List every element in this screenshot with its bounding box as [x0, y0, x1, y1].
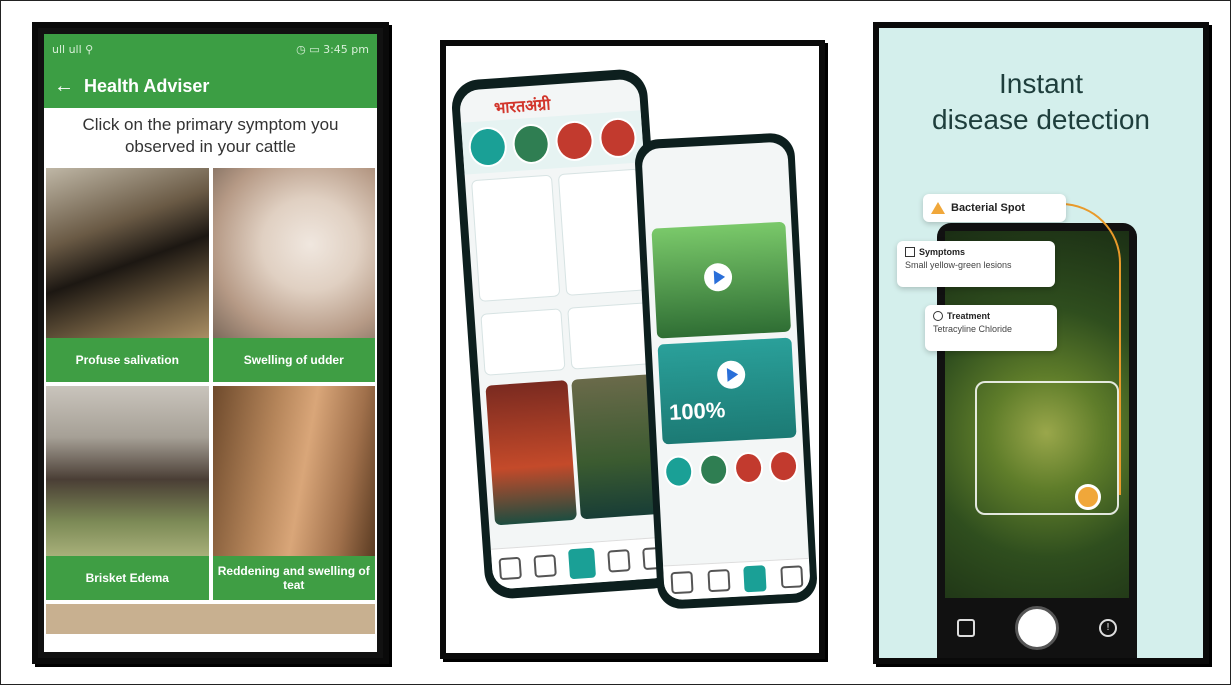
category-icon[interactable] [597, 116, 638, 160]
disease-detection-promo: Instant disease detection ! Bacterial Sp… [873, 22, 1209, 664]
category-icon[interactable] [733, 451, 764, 485]
detection-marker [1075, 484, 1101, 510]
header-area [641, 141, 791, 223]
disease-label: Bacterial Spot [923, 194, 1066, 222]
symptom-label: Brisket Edema [46, 556, 209, 600]
home-icon[interactable] [670, 571, 694, 595]
app-center-icon[interactable] [743, 565, 767, 593]
gallery-icon[interactable] [957, 619, 975, 637]
cattle-photo [212, 168, 375, 338]
cattle-photo [46, 168, 209, 338]
symptoms-title: Symptoms [919, 247, 966, 257]
info-cards [474, 296, 659, 382]
play-icon[interactable] [703, 262, 733, 292]
shutter-button[interactable] [1015, 606, 1059, 650]
category-icon[interactable] [467, 125, 508, 169]
health-adviser-phone: ull ull ⚲ ◷ ▭ 3:45 pm ← Health Adviser C… [32, 22, 389, 664]
symptoms-icon [905, 247, 915, 257]
instruction-text: Click on the primary symptom you observe… [82, 115, 339, 156]
category-carousel [657, 443, 805, 495]
symptom-label: Profuse salivation [46, 338, 209, 382]
symptom-tile[interactable]: Profuse salivation [46, 168, 209, 382]
treatment-icon [933, 311, 943, 321]
symptom-label: Swelling of udder [212, 338, 375, 382]
home-icon[interactable] [498, 556, 522, 581]
info-card[interactable] [471, 174, 561, 302]
category-icon[interactable] [663, 454, 695, 489]
health-adviser-screen: ull ull ⚲ ◷ ▭ 3:45 pm ← Health Adviser C… [44, 34, 377, 652]
treatment-card: Treatment Tetracyline Chloride [925, 305, 1057, 351]
category-icon[interactable] [698, 453, 729, 487]
info-card[interactable] [480, 308, 566, 376]
symptom-tile[interactable]: Brisket Edema [46, 386, 209, 600]
crop-cards [479, 370, 669, 530]
status-left: ull ull ⚲ [52, 42, 94, 56]
status-bar: ull ull ⚲ ◷ ▭ 3:45 pm [44, 34, 377, 64]
market-icon[interactable] [607, 549, 631, 573]
cattle-photo [46, 386, 209, 556]
offer-percent: 100% [668, 397, 726, 426]
cattle-photo [212, 386, 375, 556]
category-icon[interactable] [768, 449, 799, 483]
symptom-tile[interactable]: Swelling of udder [212, 168, 375, 382]
camera-controls: ! [937, 598, 1137, 658]
connector-line [1059, 203, 1121, 495]
category-icon[interactable] [510, 122, 552, 166]
symptom-grid: Profuse salivation Swelling of udder Bri… [44, 166, 377, 600]
offer-banner[interactable]: 100% [657, 337, 797, 445]
info-icon[interactable]: ! [1099, 619, 1117, 637]
treatment-text: Tetracyline Chloride [933, 324, 1013, 334]
symptoms-card: Symptoms Small yellow-green lesions [897, 241, 1055, 287]
market-icon[interactable] [780, 565, 804, 589]
info-card[interactable] [567, 302, 653, 370]
play-icon[interactable] [716, 360, 746, 390]
pomegranate-card[interactable] [485, 380, 577, 526]
agri-app-promo: भारतअंग्री 100% [440, 40, 825, 659]
symptom-tile[interactable]: Reddening and swelling of teat [212, 386, 375, 600]
bottom-nav [490, 536, 674, 590]
info-card[interactable] [557, 168, 648, 296]
app-title: Health Adviser [84, 75, 210, 96]
warning-icon [931, 202, 945, 214]
headline: Instant disease detection [879, 66, 1203, 138]
symptoms-text: Small yellow-green lesions [905, 260, 1012, 270]
back-arrow-icon[interactable]: ← [44, 75, 84, 98]
phone-back-screen: 100% [641, 141, 811, 601]
app-bar: ← Health Adviser [44, 64, 377, 108]
community-icon[interactable] [533, 554, 557, 578]
community-icon[interactable] [707, 569, 731, 593]
headline-line2: disease detection [932, 104, 1150, 135]
next-row-partial [46, 604, 375, 634]
video-banner[interactable] [651, 221, 792, 339]
app-center-icon[interactable] [567, 547, 597, 580]
disease-name: Bacterial Spot [951, 202, 1025, 214]
category-icon[interactable] [554, 119, 595, 163]
headline-line1: Instant [998, 68, 1084, 99]
bottom-nav [663, 557, 811, 601]
status-right: ◷ ▭ 3:45 pm [296, 42, 369, 56]
info-cards [465, 162, 654, 308]
symptom-label: Reddening and swelling of teat [212, 556, 375, 600]
phone-back: 100% [633, 132, 819, 610]
treatment-title: Treatment [947, 311, 991, 321]
